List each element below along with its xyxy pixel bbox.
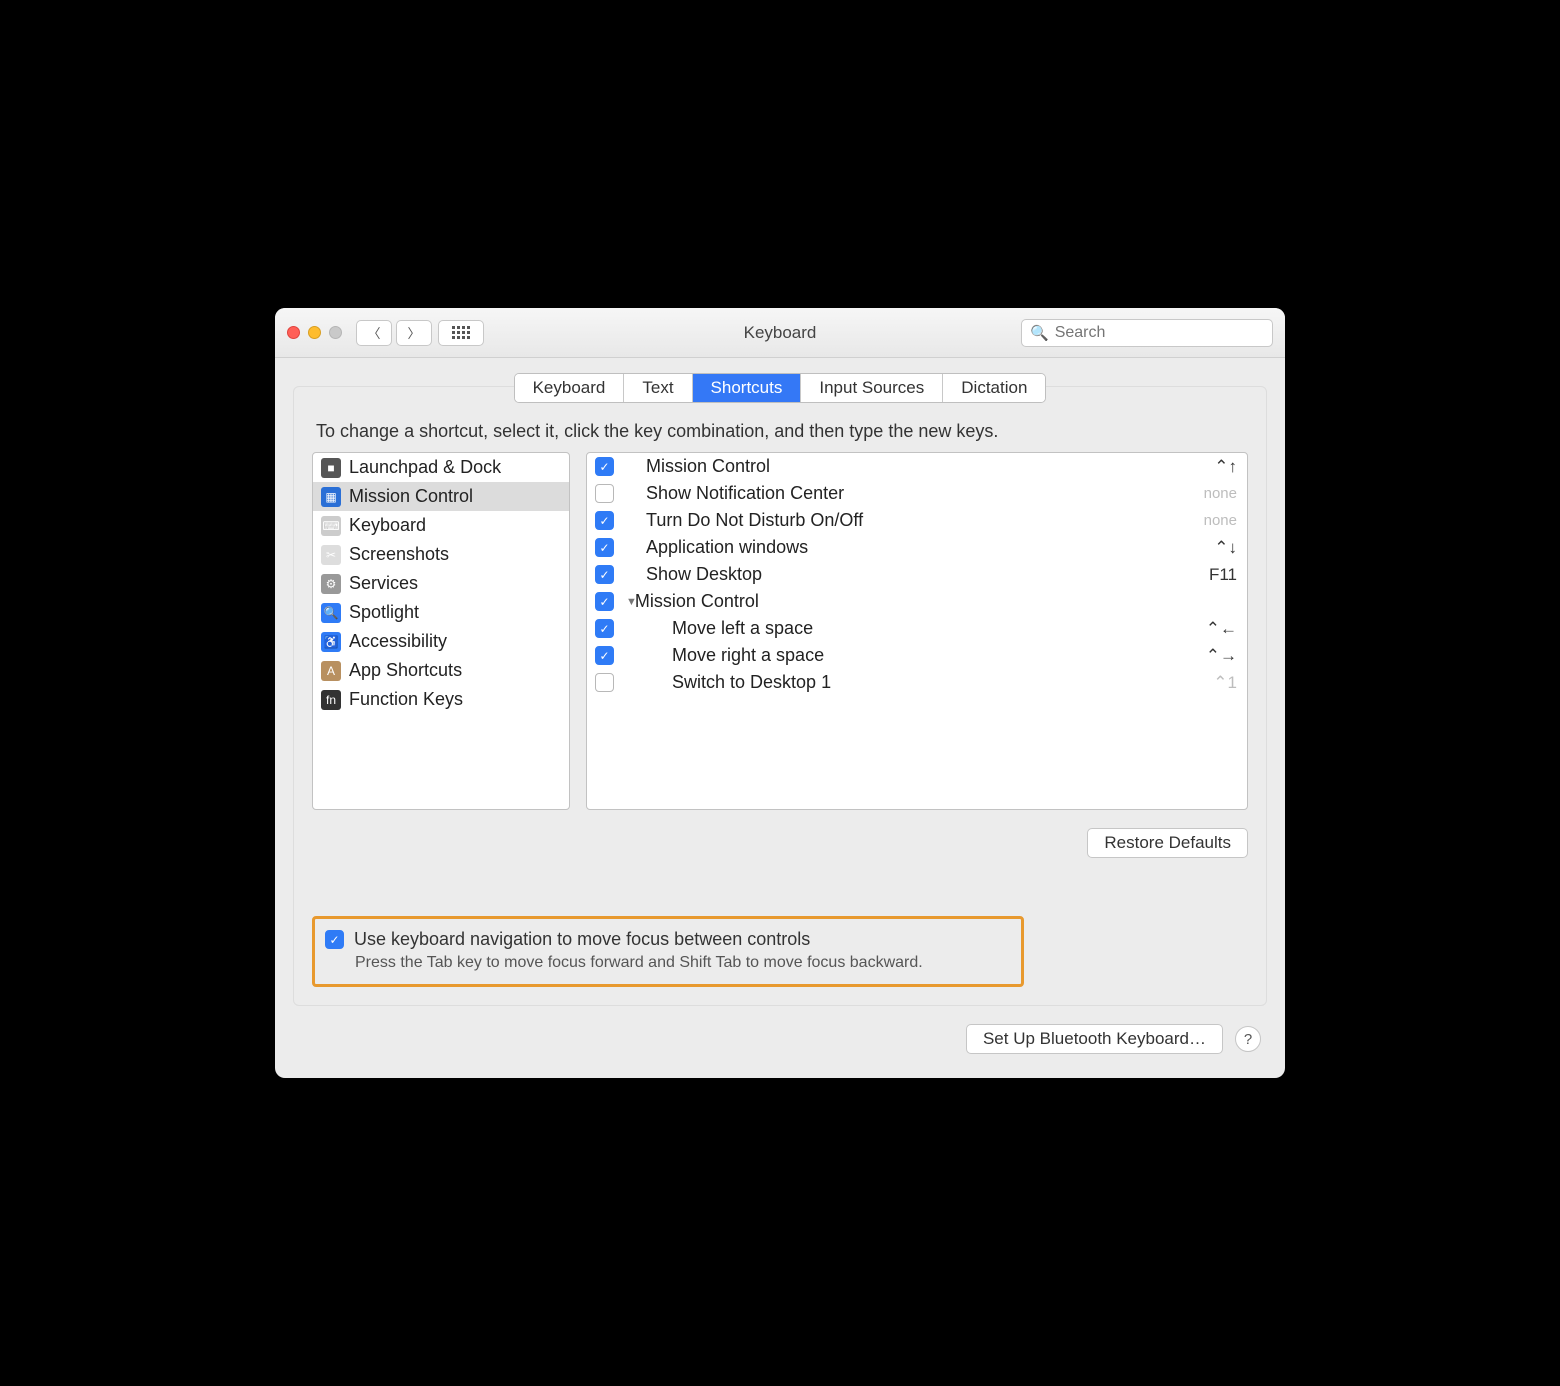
search-field[interactable]: 🔍 [1021, 319, 1273, 347]
category-list[interactable]: ■ Launchpad & Dock ▦ Mission Control ⌨ Keyboa… [312, 452, 570, 810]
tab-dictation[interactable]: Dictation [943, 374, 1045, 402]
tab-text[interactable]: Text [624, 374, 692, 402]
category-services[interactable]: ⚙ Services [313, 569, 569, 598]
category-icon: ■ [321, 458, 341, 478]
category-icon: ✂ [321, 545, 341, 565]
category-label: Accessibility [349, 631, 447, 652]
shortcut-checkbox[interactable]: ✓ [595, 592, 614, 611]
category-label: Keyboard [349, 515, 426, 536]
shortcut-checkbox[interactable] [595, 673, 614, 692]
chevron-right-icon: 〉 [407, 323, 420, 342]
shortcut-key[interactable]: none [1204, 485, 1237, 502]
category-launchpad-dock[interactable]: ■ Launchpad & Dock [313, 453, 569, 482]
shortcut-label: Application windows [622, 537, 1206, 558]
help-button[interactable]: ? [1235, 1026, 1261, 1052]
category-icon: 🔍 [321, 603, 341, 623]
category-app-shortcuts[interactable]: A App Shortcuts [313, 656, 569, 685]
kb-nav-checkbox[interactable]: ✓ [325, 930, 344, 949]
tab-bar: KeyboardTextShortcutsInput SourcesDictat… [514, 373, 1047, 403]
category-label: Screenshots [349, 544, 449, 565]
category-icon: ⌨ [321, 516, 341, 536]
shortcut-key[interactable]: none [1204, 512, 1237, 529]
shortcut-label: Move right a space [622, 645, 1198, 666]
kb-nav-description: Press the Tab key to move focus forward … [325, 954, 1007, 972]
preferences-window: 〈 〉 Keyboard 🔍 KeyboardTextShortcutsInpu… [275, 308, 1285, 1078]
shortcut-checkbox[interactable] [595, 484, 614, 503]
category-accessibility[interactable]: ♿ Accessibility [313, 627, 569, 656]
shortcut-row[interactable]: ✓ Application windows ⌃↓ [587, 534, 1247, 561]
category-icon: ⚙ [321, 574, 341, 594]
shortcut-checkbox[interactable]: ✓ [595, 565, 614, 584]
shortcut-label: Mission Control [622, 456, 1206, 477]
shortcut-label: Show Notification Center [622, 483, 1196, 504]
forward-button[interactable]: 〉 [396, 320, 432, 346]
category-label: Function Keys [349, 689, 463, 710]
category-label: Mission Control [349, 486, 473, 507]
tab-input-sources[interactable]: Input Sources [801, 374, 943, 402]
shortcut-key[interactable]: ⌃1 [1213, 673, 1237, 693]
window-controls [287, 326, 342, 339]
question-icon: ? [1244, 1031, 1252, 1048]
instruction-text: To change a shortcut, select it, click t… [312, 421, 1248, 442]
shortcut-checkbox[interactable]: ✓ [595, 538, 614, 557]
shortcut-row[interactable]: ✓ Show Desktop F11 [587, 561, 1247, 588]
minimize-icon[interactable] [308, 326, 321, 339]
shortcut-key[interactable]: ⌃← [1206, 619, 1237, 639]
shortcut-row[interactable]: ✓ Turn Do Not Disturb On/Off none [587, 507, 1247, 534]
shortcut-checkbox[interactable]: ✓ [595, 646, 614, 665]
shortcut-row[interactable]: ✓ Move right a space ⌃→ [587, 642, 1247, 669]
category-icon: ▦ [321, 487, 341, 507]
shortcut-key[interactable]: F11 [1209, 565, 1237, 585]
category-label: Launchpad & Dock [349, 457, 501, 478]
category-function-keys[interactable]: fn Function Keys [313, 685, 569, 714]
category-spotlight[interactable]: 🔍 Spotlight [313, 598, 569, 627]
search-input[interactable] [1055, 324, 1264, 342]
shortcut-checkbox[interactable]: ✓ [595, 619, 614, 638]
chevron-left-icon: 〈 [367, 323, 380, 342]
shortcut-label: Turn Do Not Disturb On/Off [622, 510, 1196, 531]
kb-nav-label: Use keyboard navigation to move focus be… [354, 929, 810, 950]
category-mission-control[interactable]: ▦ Mission Control [313, 482, 569, 511]
shortcut-checkbox[interactable]: ✓ [595, 457, 614, 476]
grid-icon [452, 326, 470, 339]
category-label: Services [349, 573, 418, 594]
shortcut-key[interactable]: ⌃→ [1206, 646, 1237, 666]
tab-shortcuts[interactable]: Shortcuts [693, 374, 802, 402]
shortcut-checkbox[interactable]: ✓ [595, 511, 614, 530]
back-button[interactable]: 〈 [356, 320, 392, 346]
category-icon: ♿ [321, 632, 341, 652]
main-panel: KeyboardTextShortcutsInput SourcesDictat… [293, 386, 1267, 1006]
category-keyboard[interactable]: ⌨ Keyboard [313, 511, 569, 540]
shortcut-label: Switch to Desktop 1 [622, 672, 1205, 693]
tab-keyboard[interactable]: Keyboard [515, 374, 625, 402]
shortcut-row[interactable]: ✓ Move left a space ⌃← [587, 615, 1247, 642]
zoom-icon [329, 326, 342, 339]
shortcut-row[interactable]: Switch to Desktop 1 ⌃1 [587, 669, 1247, 696]
category-label: App Shortcuts [349, 660, 462, 681]
category-icon: fn [321, 690, 341, 710]
category-label: Spotlight [349, 602, 419, 623]
shortcut-row[interactable]: ✓ Mission Control ⌃↑ [587, 453, 1247, 480]
shortcut-key[interactable]: ⌃↑ [1214, 457, 1237, 477]
search-icon: 🔍 [1030, 324, 1049, 342]
category-icon: A [321, 661, 341, 681]
close-icon[interactable] [287, 326, 300, 339]
shortcut-group-label: ▼ Mission Control [622, 591, 1229, 612]
restore-defaults-button[interactable]: Restore Defaults [1087, 828, 1248, 858]
shortcut-key[interactable]: ⌃↓ [1214, 538, 1237, 558]
category-screenshots[interactable]: ✂ Screenshots [313, 540, 569, 569]
highlight-box: ✓ Use keyboard navigation to move focus … [312, 916, 1024, 987]
shortcut-label: Show Desktop [622, 564, 1201, 585]
titlebar: 〈 〉 Keyboard 🔍 [275, 308, 1285, 358]
shortcut-row[interactable]: ✓ ▼ Mission Control [587, 588, 1247, 615]
shortcut-list[interactable]: ✓ Mission Control ⌃↑ Show Notification Cent… [586, 452, 1248, 810]
shortcut-label: Move left a space [622, 618, 1198, 639]
shortcut-row[interactable]: Show Notification Center none [587, 480, 1247, 507]
shortcut-label: Mission Control [635, 591, 759, 612]
all-prefs-button[interactable] [438, 320, 484, 346]
bluetooth-keyboard-button[interactable]: Set Up Bluetooth Keyboard… [966, 1024, 1223, 1054]
